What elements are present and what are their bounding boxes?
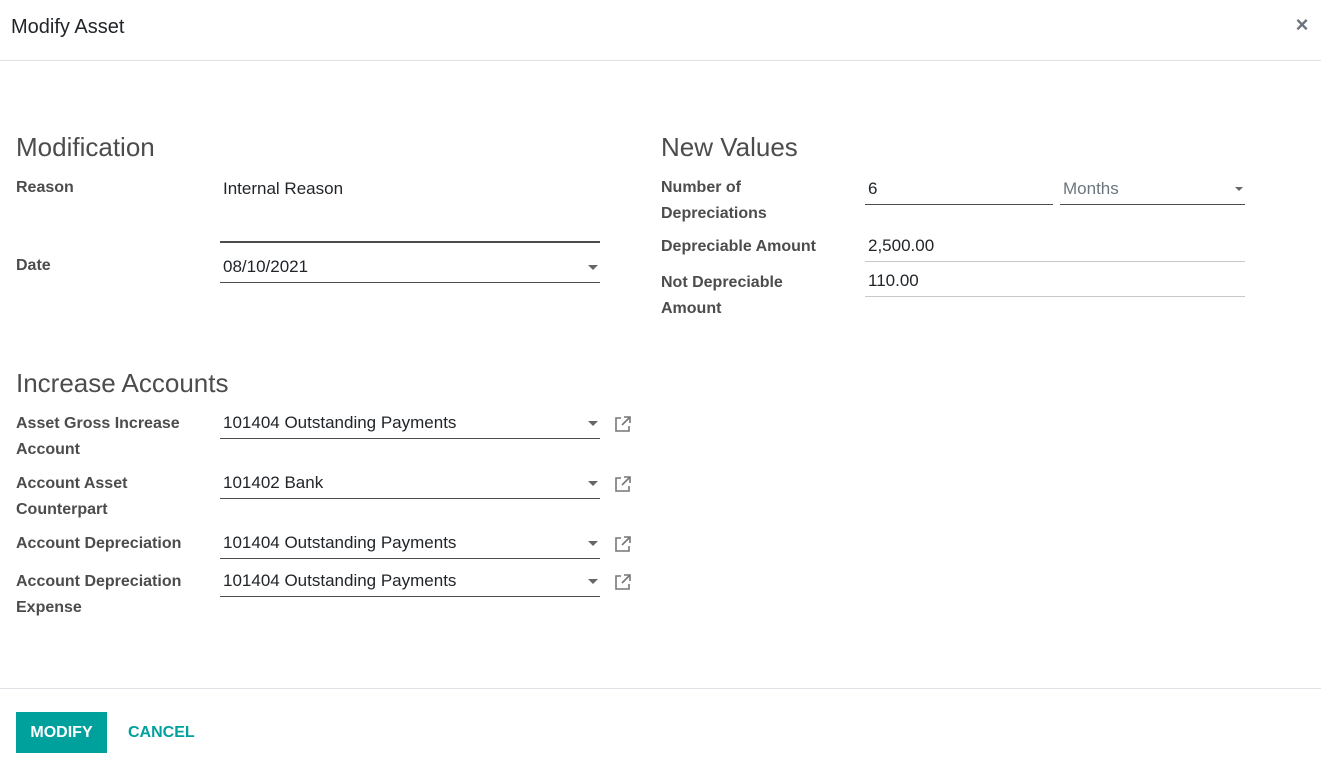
external-link-icon[interactable] [613,414,633,434]
new-values-heading: New Values [661,132,798,162]
reason-value: Internal Reason [223,179,344,198]
increase-accounts-heading: Increase Accounts [16,368,229,398]
depreciable-amount-value: 2,500.00 [868,236,935,255]
chevron-down-icon[interactable] [588,421,598,426]
date-label: Date [16,257,51,274]
reason-field[interactable]: Internal Reason [220,175,600,205]
account-value: 101404 Outstanding Payments [223,413,457,432]
dialog-footer: MODIFY CANCEL [0,688,1321,775]
account-depreciation-select[interactable]: 101404 Outstanding Payments [220,529,600,559]
account-depreciation-expense-label: Account Depreciation Expense [16,573,182,616]
num-depreciations-label: Number of Depreciations [661,179,767,222]
account-value: 101404 Outstanding Payments [223,533,457,552]
not-depreciable-amount-value: 110.00 [868,271,919,290]
date-field[interactable]: 08/10/2021 [220,253,600,283]
account-depreciation-label: Account Depreciation [16,535,182,552]
reason-label: Reason [16,179,74,196]
num-depreciations-input[interactable]: 6 [865,175,1053,205]
chevron-down-icon[interactable] [1235,187,1243,191]
dialog-header: Modify Asset × [0,0,1321,61]
depreciable-amount-input[interactable]: 2,500.00 [865,232,1245,262]
cancel-button[interactable]: CANCEL [118,712,205,753]
not-depreciable-amount-label: Not Depreciable Amount [661,274,783,317]
chevron-down-icon[interactable] [588,481,598,486]
account-asset-counterpart-select[interactable]: 101402 Bank [220,469,600,499]
chevron-down-icon[interactable] [588,541,598,546]
dialog-title: Modify Asset [11,16,125,38]
external-link-icon[interactable] [613,474,633,494]
modification-heading: Modification [16,132,155,162]
period-unit-value: Months [1063,179,1119,198]
reason-input-underline[interactable] [220,241,600,243]
num-depreciations-value: 6 [868,179,878,198]
asset-gross-increase-account-select[interactable]: 101404 Outstanding Payments [220,409,600,439]
external-link-icon[interactable] [613,572,633,592]
modify-button[interactable]: MODIFY [16,712,107,753]
external-link-icon[interactable] [613,534,633,554]
not-depreciable-amount-input[interactable]: 110.00 [865,267,1245,297]
chevron-down-icon[interactable] [588,265,598,270]
period-unit-select[interactable]: Months [1060,175,1245,205]
close-icon[interactable]: × [1291,12,1313,38]
chevron-down-icon[interactable] [588,579,598,584]
account-value: 101404 Outstanding Payments [223,571,457,590]
account-value: 101402 Bank [223,473,324,492]
date-value: 08/10/2021 [223,257,309,276]
modify-asset-dialog: Modify Asset × Modification Reason Inter… [0,0,1321,775]
account-depreciation-expense-select[interactable]: 101404 Outstanding Payments [220,567,600,597]
account-asset-counterpart-label: Account Asset Counterpart [16,475,128,518]
asset-gross-increase-account-label: Asset Gross Increase Account [16,415,180,458]
depreciable-amount-label: Depreciable Amount [661,238,816,255]
